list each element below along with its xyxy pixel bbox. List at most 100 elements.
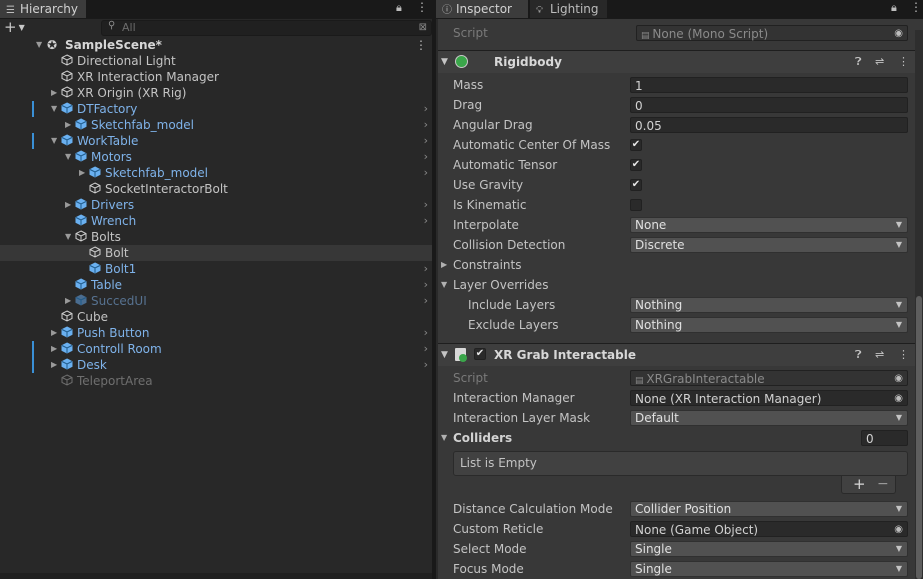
rigidbody-header[interactable]: ▼ Rigidbody ❓︎ ⇌ ⋮: [436, 50, 916, 73]
fold-open-icon[interactable]: ▼: [441, 275, 447, 295]
tree-row[interactable]: ▶ Sketchfab_model ›: [0, 117, 432, 133]
open-prefab-arrow-icon[interactable]: ›: [424, 213, 428, 229]
open-prefab-arrow-icon[interactable]: ›: [424, 261, 428, 277]
remove-element-button[interactable]: −: [877, 476, 889, 492]
use-gravity-checkbox[interactable]: ✔: [630, 179, 642, 191]
tree-row[interactable]: ▶ Drivers ›: [0, 197, 432, 213]
colliders-count-field[interactable]: 0: [861, 430, 908, 446]
tree-row[interactable]: ▶ Controll Room ›: [0, 341, 432, 357]
fold-closed-icon[interactable]: ▶: [51, 325, 57, 341]
hierarchy-hscroll[interactable]: [0, 573, 432, 579]
layer-overrides-row[interactable]: ▼ Layer Overrides: [436, 275, 909, 295]
auto-com-checkbox[interactable]: ✔: [630, 139, 642, 151]
help-icon[interactable]: ❓︎: [855, 344, 862, 366]
fold-open-icon[interactable]: ▼: [51, 101, 57, 117]
interaction-manager-field[interactable]: None (XR Interaction Manager) ◉: [630, 390, 908, 406]
scene-menu-icon[interactable]: ⋮: [415, 37, 427, 53]
tree-row-selected[interactable]: Bolt: [0, 245, 432, 261]
fold-open-icon[interactable]: ▼: [441, 428, 447, 448]
tree-row[interactable]: ▶ Push Button ›: [0, 325, 432, 341]
constraints-row[interactable]: ▶ Constraints: [436, 255, 909, 275]
add-button[interactable]: + ▼: [4, 18, 25, 36]
distance-mode-dropdown[interactable]: Collider Position ▼: [630, 501, 908, 517]
include-layers-dropdown[interactable]: Nothing ▼: [630, 297, 908, 313]
fold-open-icon[interactable]: ▼: [65, 229, 71, 245]
fold-open-icon[interactable]: ▼: [441, 51, 448, 73]
object-picker-icon[interactable]: ◉: [894, 522, 903, 538]
fold-closed-icon[interactable]: ▶: [65, 117, 71, 133]
tab-inspector[interactable]: ⓘ Inspector: [436, 0, 528, 18]
auto-tensor-checkbox[interactable]: ✔: [630, 159, 642, 171]
tree-row[interactable]: ▶ XR Origin (XR Rig): [0, 85, 432, 101]
xr-grab-header[interactable]: ▼ ✔ XR Grab Interactable ❓︎ ⇌ ⋮: [436, 343, 916, 366]
fold-open-icon[interactable]: ▼: [36, 37, 42, 53]
angular-drag-field[interactable]: 0.05: [630, 117, 908, 133]
component-menu-icon[interactable]: ⋮: [898, 344, 909, 366]
open-prefab-arrow-icon[interactable]: ›: [424, 293, 428, 309]
tree-row[interactable]: Directional Light: [0, 53, 432, 69]
object-picker-icon[interactable]: ◉: [894, 391, 903, 407]
fold-closed-icon[interactable]: ▶: [51, 85, 57, 101]
tree-row[interactable]: Bolt1 ›: [0, 261, 432, 277]
tree-row[interactable]: ▼ Bolts: [0, 229, 432, 245]
preset-icon[interactable]: ⇌: [875, 344, 884, 366]
fold-open-icon[interactable]: ▼: [65, 149, 71, 165]
tree-row[interactable]: ▶ Desk ›: [0, 357, 432, 373]
component-menu-icon[interactable]: ⋮: [898, 51, 909, 73]
fold-closed-icon[interactable]: ▶: [79, 165, 85, 181]
fold-closed-icon[interactable]: ▶: [51, 357, 57, 373]
open-prefab-arrow-icon[interactable]: ›: [424, 341, 428, 357]
fold-closed-icon[interactable]: ▶: [441, 255, 447, 275]
open-prefab-arrow-icon[interactable]: ›: [424, 117, 428, 133]
search-clear-icon[interactable]: ⊠: [419, 21, 427, 35]
tree-row[interactable]: TeleportArea: [0, 373, 432, 389]
help-icon[interactable]: ❓︎: [855, 51, 862, 73]
tree-row[interactable]: Wrench ›: [0, 213, 432, 229]
focus-mode-dropdown[interactable]: Single ▼: [630, 561, 908, 577]
scene-row[interactable]: ▼ ✪ SampleScene* ⋮: [0, 37, 432, 53]
tree-row[interactable]: Table ›: [0, 277, 432, 293]
is-kinematic-checkbox[interactable]: [630, 199, 642, 211]
select-mode-dropdown[interactable]: Single ▼: [630, 541, 908, 557]
add-element-button[interactable]: +: [853, 476, 866, 492]
tree-row[interactable]: ▼ WorkTable ›: [0, 133, 432, 149]
collision-dropdown[interactable]: Discrete ▼: [630, 237, 908, 253]
kebab-menu-icon[interactable]: ⋮: [910, 0, 922, 14]
open-prefab-arrow-icon[interactable]: ›: [424, 325, 428, 341]
fold-closed-icon[interactable]: ▶: [51, 341, 57, 357]
open-prefab-arrow-icon[interactable]: ›: [424, 149, 428, 165]
tree-row[interactable]: ▶ Sketchfab_model ›: [0, 165, 432, 181]
layer-mask-dropdown[interactable]: Default ▼: [630, 410, 908, 426]
tab-hierarchy[interactable]: ☰ Hierarchy: [0, 0, 87, 18]
tree-row[interactable]: ▼ DTFactory ›: [0, 101, 432, 117]
scrollbar-thumb[interactable]: [916, 296, 922, 579]
mass-field[interactable]: 1: [630, 77, 908, 93]
lock-icon[interactable]: 🔒︎: [891, 1, 897, 15]
tree-row[interactable]: XR Interaction Manager: [0, 69, 432, 85]
open-prefab-arrow-icon[interactable]: ›: [424, 165, 428, 181]
inspector-scrollbar[interactable]: [915, 30, 923, 579]
xr-grab-enabled-checkbox[interactable]: ✔: [474, 348, 486, 360]
tab-lighting[interactable]: 💡︎ Lighting: [530, 0, 607, 18]
fold-closed-icon[interactable]: ▶: [65, 293, 71, 309]
exclude-layers-dropdown[interactable]: Nothing ▼: [630, 317, 908, 333]
fold-open-icon[interactable]: ▼: [441, 344, 448, 366]
custom-reticle-field[interactable]: None (Game Object) ◉: [630, 521, 908, 537]
tree-row[interactable]: ▼ Motors ›: [0, 149, 432, 165]
fold-open-icon[interactable]: ▼: [51, 133, 57, 149]
open-prefab-arrow-icon[interactable]: ›: [424, 197, 428, 213]
tree-row[interactable]: SocketInteractorBolt: [0, 181, 432, 197]
open-prefab-arrow-icon[interactable]: ›: [424, 277, 428, 293]
tree-row[interactable]: ▶ SuccedUI ›: [0, 293, 432, 309]
tree-row[interactable]: Cube: [0, 309, 432, 325]
colliders-row[interactable]: ▼ Colliders 0: [436, 428, 909, 448]
kebab-menu-icon[interactable]: ⋮: [416, 0, 428, 14]
drag-field[interactable]: 0: [630, 97, 908, 113]
fold-closed-icon[interactable]: ▶: [65, 197, 71, 213]
preset-icon[interactable]: ⇌: [875, 51, 884, 73]
search-input[interactable]: ⚲ All ⊠: [101, 20, 432, 36]
open-prefab-arrow-icon[interactable]: ›: [424, 357, 428, 373]
open-prefab-arrow-icon[interactable]: ›: [424, 101, 428, 117]
open-prefab-arrow-icon[interactable]: ›: [424, 133, 428, 149]
lock-icon[interactable]: 🔒︎: [396, 1, 402, 15]
